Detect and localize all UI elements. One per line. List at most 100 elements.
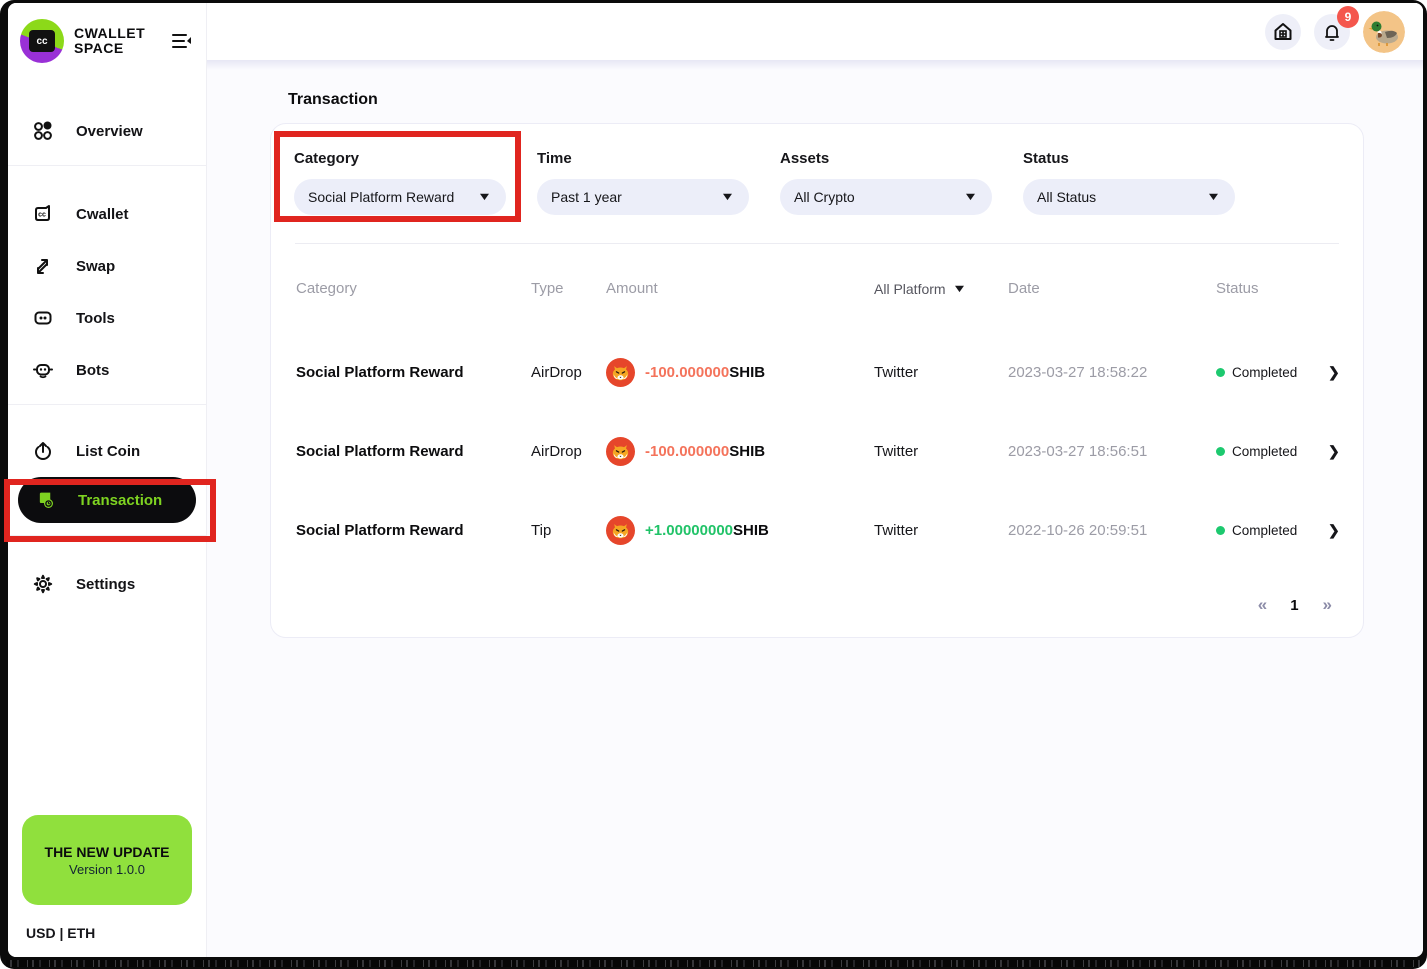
sidebar-item-bots[interactable]: Bots	[8, 346, 206, 394]
amount-value: -100.000000	[645, 443, 729, 460]
time-select[interactable]: Past 1 year ▼	[537, 179, 749, 215]
chevron-down-icon: ▼	[1206, 191, 1221, 203]
filter-label: Time	[537, 150, 749, 167]
home-icon	[1272, 21, 1294, 43]
cell-platform: Twitter	[874, 522, 1008, 539]
pagination-current-page: 1	[1290, 597, 1298, 614]
page-body: Transaction Category Social Platform Rew…	[207, 70, 1423, 957]
sidebar-item-label: Cwallet	[76, 206, 129, 223]
grid-icon	[32, 120, 54, 142]
filter-category: Category Social Platform Reward ▼	[294, 150, 506, 215]
topbar-shadow	[207, 60, 1423, 70]
sidebar-divider	[8, 535, 206, 536]
platform-filter-value: All Platform	[874, 281, 946, 297]
cell-category: Social Platform Reward	[296, 443, 531, 460]
screenshot-noise	[6, 960, 1421, 967]
gear-icon	[32, 573, 54, 595]
app-root: cc CWALLET SPACE Overview	[8, 3, 1423, 957]
main-area: 9 Tr	[207, 3, 1423, 957]
assets-select-value: All Crypto	[794, 189, 855, 205]
sidebar-item-swap[interactable]: Swap	[8, 242, 206, 290]
cell-date: 2023-03-27 18:58:22	[1008, 364, 1216, 381]
sidebar-spacer	[8, 608, 206, 815]
sidebar-item-transaction[interactable]: Transaction	[18, 477, 196, 523]
sidebar-item-overview[interactable]: Overview	[8, 107, 206, 155]
window-frame: cc CWALLET SPACE Overview	[0, 0, 1427, 969]
notifications-button[interactable]: 9	[1314, 14, 1350, 50]
table-row[interactable]: Social Platform Reward AirDrop	[271, 333, 1363, 412]
cell-type: Tip	[531, 522, 606, 539]
cell-date: 2023-03-27 18:56:51	[1008, 443, 1216, 460]
header-category: Category	[296, 280, 531, 297]
sidebar-item-tools[interactable]: Tools	[8, 294, 206, 342]
logo[interactable]: cc CWALLET SPACE	[8, 3, 206, 77]
table-row[interactable]: Social Platform Reward Tip	[271, 491, 1363, 570]
logo-icon: cc	[20, 19, 64, 63]
assets-select[interactable]: All Crypto ▼	[780, 179, 992, 215]
notification-badge: 9	[1337, 6, 1359, 28]
sidebar-nav: Overview cc Cwallet Swap	[8, 77, 206, 608]
header-status: Status	[1216, 280, 1328, 297]
sidebar-collapse-icon[interactable]	[170, 29, 194, 53]
logo-text-line2: SPACE	[74, 41, 170, 56]
category-select[interactable]: Social Platform Reward ▼	[294, 179, 506, 215]
platform-filter-dropdown[interactable]: All Platform ▼	[874, 281, 1008, 297]
cell-platform: Twitter	[874, 364, 1008, 381]
currency-selector[interactable]: USD | ETH	[8, 925, 206, 957]
duck-avatar-image	[1363, 11, 1405, 53]
tools-icon	[32, 307, 54, 329]
table-body: Social Platform Reward AirDrop	[271, 333, 1363, 570]
sidebar-item-label: Swap	[76, 258, 115, 275]
sidebar-item-list-coin[interactable]: List Coin	[8, 427, 206, 475]
status-select[interactable]: All Status ▼	[1023, 179, 1235, 215]
sidebar-item-settings[interactable]: Settings	[8, 560, 206, 608]
chevron-down-icon: ▼	[477, 191, 492, 203]
home-button[interactable]	[1265, 14, 1301, 50]
sidebar-item-label: Transaction	[78, 492, 162, 509]
cell-type: AirDrop	[531, 364, 606, 381]
header-date: Date	[1008, 280, 1216, 297]
shib-icon	[606, 437, 635, 466]
cell-status: Completed	[1216, 365, 1328, 380]
avatar[interactable]	[1363, 11, 1405, 53]
sidebar-item-cwallet[interactable]: cc Cwallet	[8, 190, 206, 238]
logo-cc-text: cc	[29, 30, 55, 52]
transaction-icon	[34, 489, 56, 511]
category-select-value: Social Platform Reward	[308, 189, 454, 205]
pagination-next-button[interactable]: »	[1323, 595, 1331, 615]
amount-value: +1.00000000	[645, 522, 733, 539]
svg-text:cc: cc	[38, 212, 46, 219]
shib-icon	[606, 516, 635, 545]
row-detail-chevron-icon[interactable]: ❯	[1328, 522, 1340, 539]
shib-icon	[606, 358, 635, 387]
filter-time: Time Past 1 year ▼	[537, 150, 749, 215]
cell-platform: Twitter	[874, 443, 1008, 460]
table-row[interactable]: Social Platform Reward AirDrop	[271, 412, 1363, 491]
status-dot-icon	[1216, 368, 1225, 377]
status-label: Completed	[1232, 444, 1297, 459]
time-select-value: Past 1 year	[551, 189, 622, 205]
row-detail-chevron-icon[interactable]: ❯	[1328, 364, 1340, 381]
cell-amount: -100.000000SHIB	[606, 437, 874, 466]
row-detail-chevron-icon[interactable]: ❯	[1328, 443, 1340, 460]
sidebar-divider	[8, 404, 206, 405]
filters-row: Category Social Platform Reward ▼ Time P…	[271, 124, 1363, 215]
chevron-down-icon: ▼	[951, 283, 966, 295]
update-title: THE NEW UPDATE	[45, 844, 170, 860]
status-select-value: All Status	[1037, 189, 1096, 205]
swap-icon	[32, 255, 54, 277]
transaction-card: Category Social Platform Reward ▼ Time P…	[270, 123, 1364, 638]
sidebar-item-label: Settings	[76, 576, 135, 593]
logo-text-line1: CWALLET	[74, 26, 170, 41]
upload-icon	[32, 440, 54, 462]
pagination-prev-button[interactable]: «	[1258, 595, 1266, 615]
amount-symbol: SHIB	[729, 443, 765, 460]
status-label: Completed	[1232, 523, 1297, 538]
update-banner[interactable]: THE NEW UPDATE Version 1.0.0	[22, 815, 192, 905]
cell-type: AirDrop	[531, 443, 606, 460]
sidebar-item-label: Bots	[76, 362, 109, 379]
table-header: Category Type Amount All Platform ▼ Date…	[271, 244, 1363, 333]
amount-symbol: SHIB	[733, 522, 769, 539]
sidebar-item-label: Overview	[76, 123, 143, 140]
cell-amount: +1.00000000SHIB	[606, 516, 874, 545]
